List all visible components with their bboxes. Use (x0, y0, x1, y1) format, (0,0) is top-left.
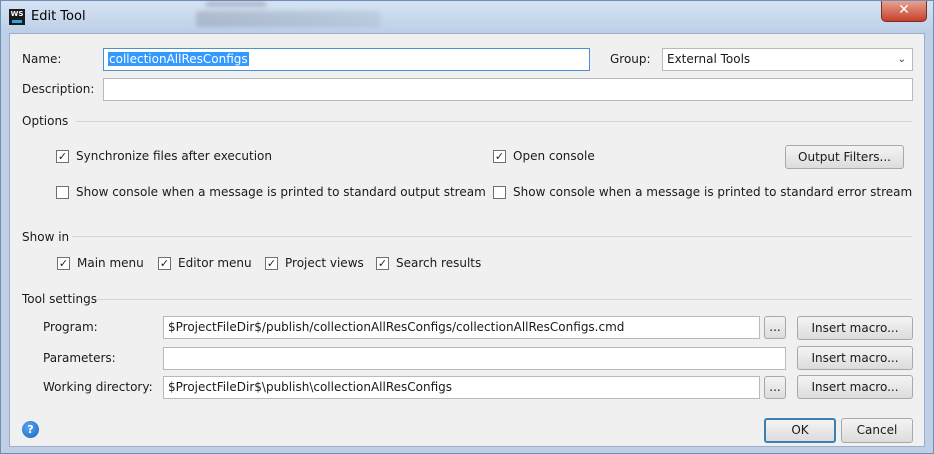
chevron-down-icon: ⌄ (897, 54, 906, 65)
parameters-field[interactable] (163, 347, 786, 370)
cancel-button[interactable]: Cancel (841, 418, 913, 443)
editor-menu-checkbox[interactable]: ✓ (158, 257, 171, 270)
parameters-label: Parameters: (43, 351, 116, 365)
program-label: Program: (43, 320, 98, 334)
description-field[interactable] (103, 78, 913, 101)
output-filters-button[interactable]: Output Filters... (785, 145, 904, 169)
main-menu-checkbox[interactable]: ✓ (57, 257, 70, 270)
open-console-checkbox[interactable]: ✓ (493, 150, 506, 163)
help-icon[interactable]: ? (22, 421, 39, 438)
working-directory-insert-macro-button[interactable]: Insert macro... (797, 375, 913, 399)
sync-files-checkbox[interactable]: ✓ (56, 150, 69, 163)
show-in-group-title: Show in (22, 230, 70, 244)
background-window-blur-2 (206, 1, 266, 7)
program-field[interactable]: $ProjectFileDir$/publish/collectionAllRe… (163, 316, 760, 339)
ok-button[interactable]: OK (764, 418, 836, 443)
sync-files-label: Synchronize files after execution (76, 149, 272, 163)
show-console-stderr-label: Show console when a message is printed t… (513, 185, 913, 199)
window-title: Edit Tool (31, 9, 86, 24)
name-field-value: collectionAllResConfigs (108, 52, 249, 66)
close-button[interactable]: ✕ (881, 1, 927, 22)
program-browse-button[interactable]: ... (764, 316, 786, 339)
project-views-checkbox[interactable]: ✓ (265, 257, 278, 270)
search-results-label: Search results (396, 256, 482, 270)
options-divider (76, 121, 912, 122)
show-in-divider (72, 236, 912, 237)
name-field[interactable]: collectionAllResConfigs (103, 48, 590, 71)
group-label: Group: (610, 52, 651, 66)
background-window-blur (196, 11, 381, 27)
tool-settings-group-title: Tool settings (22, 292, 97, 306)
show-console-stderr-checkbox[interactable] (493, 186, 506, 199)
dialog-content: Name: collectionAllResConfigs Group: Ext… (9, 33, 925, 447)
description-label: Description: (22, 82, 95, 96)
show-console-stdout-label: Show console when a message is printed t… (76, 185, 486, 199)
title-bar[interactable]: WS Edit Tool ✕ (1, 1, 933, 33)
working-directory-label: Working directory: (43, 380, 153, 394)
main-menu-label: Main menu (77, 256, 144, 270)
working-directory-browse-button[interactable]: ... (764, 376, 786, 399)
show-console-stdout-checkbox[interactable] (56, 186, 69, 199)
open-console-label: Open console (513, 149, 595, 163)
tool-settings-divider (96, 299, 912, 300)
program-insert-macro-button[interactable]: Insert macro... (797, 316, 913, 340)
edit-tool-dialog: WS Edit Tool ✕ Name: collectionAllResCon… (0, 0, 934, 454)
search-results-checkbox[interactable]: ✓ (376, 257, 389, 270)
project-views-label: Project views (285, 256, 364, 270)
editor-menu-label: Editor menu (178, 256, 252, 270)
working-directory-field[interactable]: $ProjectFileDir$\publish\collectionAllRe… (163, 376, 760, 399)
webstorm-app-icon: WS (9, 9, 25, 25)
options-group-title: Options (22, 114, 69, 128)
parameters-insert-macro-button[interactable]: Insert macro... (797, 346, 913, 370)
name-label: Name: (22, 52, 62, 66)
group-dropdown-value: External Tools (667, 52, 751, 66)
group-dropdown[interactable]: External Tools ⌄ (662, 48, 913, 71)
